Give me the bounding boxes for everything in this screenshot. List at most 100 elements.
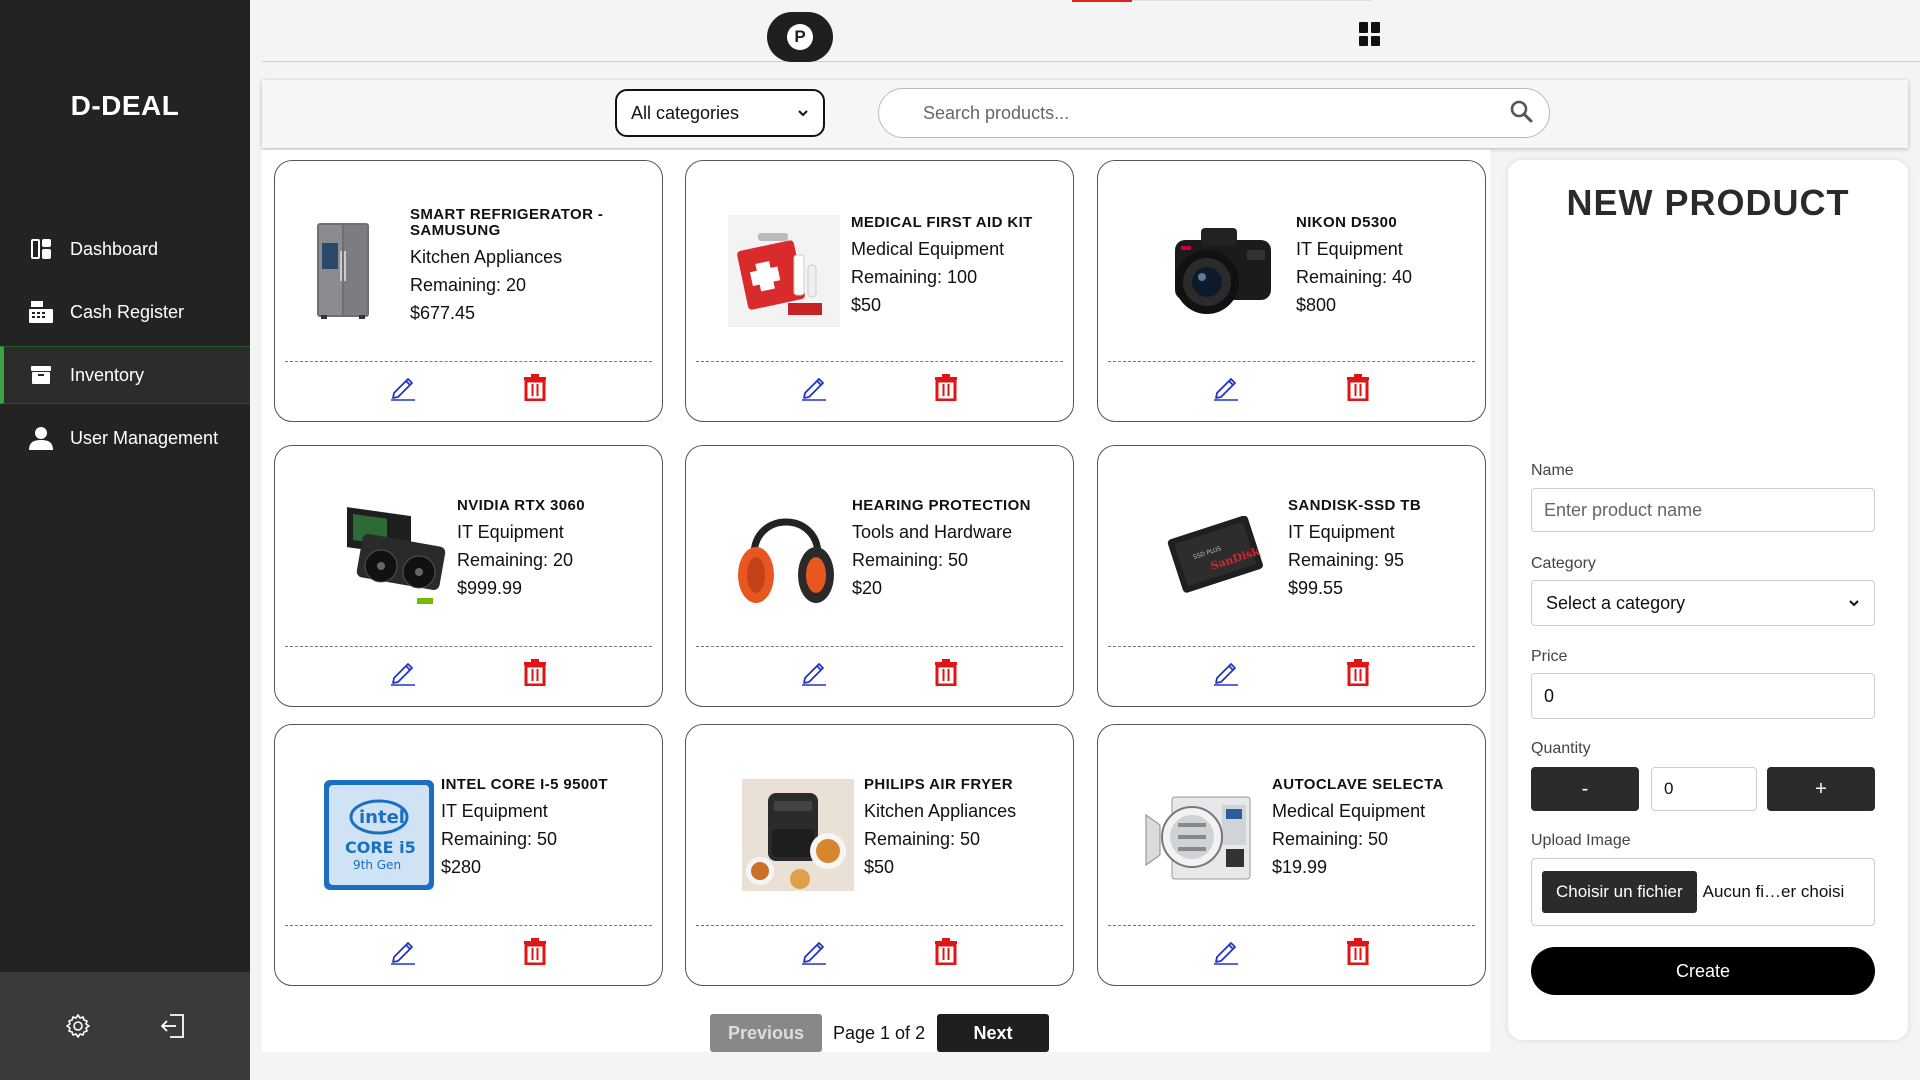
product-category: IT Equipment [457,522,564,542]
edit-icon[interactable] [1212,937,1244,969]
product-category: Medical Equipment [851,239,1005,259]
price-input[interactable]: 0 [1531,673,1875,719]
next-button[interactable]: Next [937,1014,1049,1052]
edit-icon[interactable] [800,937,832,969]
edit-icon[interactable] [800,373,832,405]
delete-icon[interactable] [523,937,555,969]
delete-icon[interactable] [523,373,555,405]
product-card[interactable]: AUTOCLAVE SELECTA Medical Equipment Rema… [1097,724,1486,986]
cash-register-icon [28,299,54,325]
product-remaining: Remaining: 40 [1296,267,1413,287]
card-divider [696,361,1063,362]
sidebar-item-dashboard[interactable]: Dashboard [0,220,250,278]
gear-icon[interactable] [58,1006,98,1046]
sidebar-item-inventory[interactable]: Inventory [0,346,250,404]
product-name: NVIDIA RTX 3060 [457,497,585,514]
delete-icon[interactable] [1346,937,1378,969]
svg-text:CORE i5: CORE i5 [345,838,416,857]
product-card[interactable]: NIKON D5300 IT Equipment Remaining: 40 $… [1097,160,1486,422]
delete-icon[interactable] [523,658,555,690]
edit-icon[interactable] [1212,658,1244,690]
product-image: SanDisk SSD PLUS [1156,496,1276,616]
inventory-icon [28,362,54,388]
card-divider [285,925,652,926]
delete-icon[interactable] [1346,658,1378,690]
product-image [726,496,846,616]
category-filter-value: All categories [631,102,740,123]
product-price: $19.99 [1272,857,1328,877]
quantity-label: Quantity [1531,740,1591,757]
top-bar: P [262,0,1920,62]
category-filter-select[interactable]: All categories [615,89,825,137]
product-card[interactable]: intel CORE i5 9th Gen INTEL CORE I-5 9500T… [274,724,663,986]
card-divider [1108,646,1475,647]
delete-icon[interactable] [1346,373,1378,405]
logout-icon[interactable] [153,1006,193,1046]
product-name-input[interactable]: Enter product name [1531,488,1875,532]
product-price: $280 [441,857,482,877]
search-icon[interactable] [1509,99,1533,128]
file-upload-field: Choisir un fichier Aucun fi…er choisi [1531,858,1875,926]
product-price: $99.55 [1288,578,1344,598]
product-info: AUTOCLAVE SELECTA Medical Equipment Rema… [1272,777,1444,881]
quantity-input[interactable]: 0 [1651,767,1757,811]
product-info: HEARING PROTECTION Tools and Hardware Re… [852,498,1031,602]
product-remaining: Remaining: 20 [410,275,527,295]
product-name: INTEL CORE I-5 9500T [441,776,608,793]
product-card[interactable]: NVIDIA RTX 3060 IT Equipment Remaining: … [274,445,663,707]
product-category: IT Equipment [1288,522,1395,542]
delete-icon[interactable] [934,658,966,690]
card-divider [285,646,652,647]
product-remaining: Remaining: 50 [1272,829,1389,849]
create-button[interactable]: Create [1531,947,1875,995]
quantity-decrement-button[interactable]: - [1531,767,1639,811]
product-remaining: Remaining: 95 [1288,550,1405,570]
product-name: PHILIPS AIR FRYER [864,776,1014,793]
profile-letter: P [787,24,813,50]
sidebar: D-DEAL Dashboard Cash Register Inventory… [0,0,250,1080]
edit-icon[interactable] [389,373,421,405]
product-category: Kitchen Appliances [410,247,563,267]
choose-file-button[interactable]: Choisir un fichier [1542,871,1697,913]
product-category: Kitchen Appliances [864,801,1017,821]
product-name: AUTOCLAVE SELECTA [1272,776,1444,793]
edit-icon[interactable] [389,658,421,690]
product-card[interactable]: SanDisk SSD PLUS SANDISK-SSD TB IT Equipm… [1097,445,1486,707]
product-remaining: Remaining: 20 [457,550,574,570]
product-remaining: Remaining: 50 [852,550,969,570]
product-card[interactable]: SMART REFRIGERATOR - SAMUSUNG Kitchen Ap… [274,160,663,422]
new-product-panel: NEW PRODUCT Name Enter product name Cate… [1508,160,1908,1040]
edit-icon[interactable] [389,937,421,969]
search-input[interactable] [923,102,1509,124]
product-card[interactable]: MEDICAL FIRST AID KIT Medical Equipment … [685,160,1074,422]
sidebar-item-label: Dashboard [70,238,159,259]
card-divider [1108,361,1475,362]
profile-button[interactable]: P [767,12,833,62]
delete-icon[interactable] [934,373,966,405]
product-price: $999.99 [457,578,523,598]
top-divider-line [1132,0,1372,1]
sidebar-item-cash-register[interactable]: Cash Register [0,283,250,341]
product-card[interactable]: PHILIPS AIR FRYER Kitchen Appliances Rem… [685,724,1074,986]
grid-view-icon[interactable] [1359,22,1383,46]
product-name: NIKON D5300 [1296,214,1398,231]
edit-icon[interactable] [1212,373,1244,405]
product-name: SMART REFRIGERATOR - SAMUSUNG [410,206,604,239]
product-image [738,775,858,895]
delete-icon[interactable] [934,937,966,969]
product-info: INTEL CORE I-5 9500T IT Equipment Remain… [441,777,608,881]
card-divider [696,646,1063,647]
product-grid: SMART REFRIGERATOR - SAMUSUNG Kitchen Ap… [262,150,1490,1052]
chevron-down-icon [1848,593,1860,614]
category-select[interactable]: Select a category [1531,580,1875,626]
sidebar-item-user-management[interactable]: User Management [0,409,250,467]
product-card[interactable]: HEARING PROTECTION Tools and Hardware Re… [685,445,1074,707]
quantity-increment-button[interactable]: + [1767,767,1875,811]
app-logo: D-DEAL [70,90,180,121]
card-divider [1108,925,1475,926]
edit-icon[interactable] [800,658,832,690]
product-info: NIKON D5300 IT Equipment Remaining: 40 $… [1296,215,1412,319]
previous-button[interactable]: Previous [710,1014,822,1052]
product-remaining: Remaining: 50 [441,829,558,849]
product-price: $50 [864,857,895,877]
